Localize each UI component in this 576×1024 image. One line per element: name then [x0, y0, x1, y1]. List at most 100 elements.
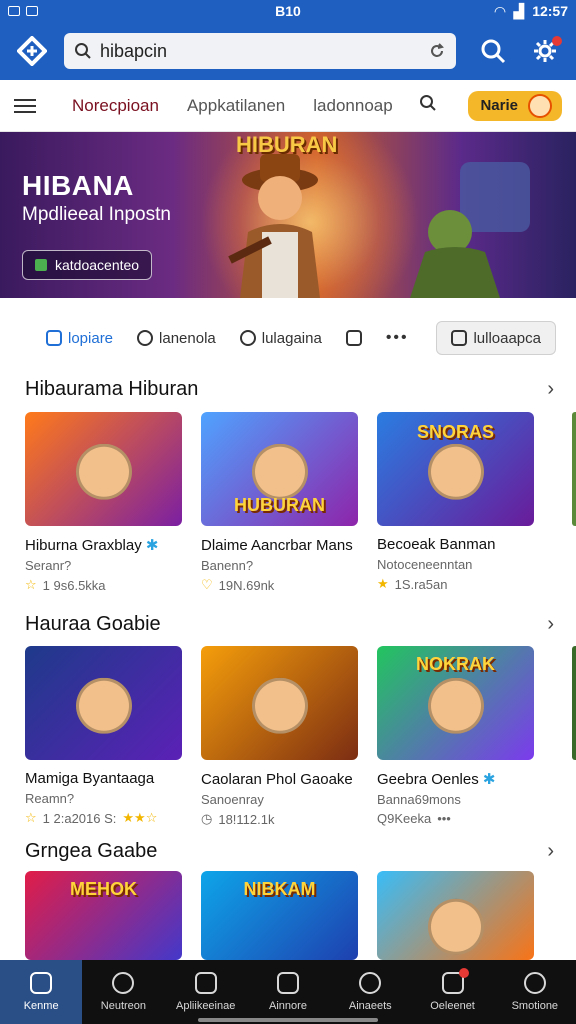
banner-title: HIBANA: [22, 170, 134, 201]
sparkle-icon: ✱: [357, 537, 358, 554]
search-icon: [481, 39, 506, 64]
menu-icon[interactable]: [14, 98, 36, 113]
banner-subtitle: Mpdlieeal Inpostn: [22, 204, 171, 225]
star-icon: ☆: [25, 577, 37, 592]
villain-character-illustration: [410, 162, 530, 298]
game-card[interactable]: Mamiga Byantaaga Reamn? ☆ 1 2:a2016 S: ★★☆: [25, 646, 182, 827]
game-title: Mamiga Byantaaga: [25, 770, 155, 787]
bottom-nav-home[interactable]: Kenme: [0, 960, 83, 1024]
verified-icon: ✱: [357, 771, 358, 788]
game-card[interactable]: MEHOK: [25, 871, 182, 960]
game-rating: 1S.ra5an: [394, 576, 448, 592]
search-input[interactable]: [100, 40, 420, 62]
filter-chip-3[interactable]: lulagaina: [239, 329, 322, 347]
bottom-nav-label: Apliikeeinae: [176, 1000, 236, 1012]
bottom-nav-explore[interactable]: Ainaeets: [329, 960, 411, 1024]
settings-button[interactable]: [530, 36, 562, 66]
more-icon[interactable]: •••: [386, 329, 409, 347]
filter-label: lanenola: [159, 329, 216, 347]
user-badge[interactable]: Narie: [468, 90, 562, 121]
avatar: [528, 93, 552, 118]
bottom-nav-apps[interactable]: Apliikeeinae: [165, 960, 247, 1024]
game-card[interactable]: NOKRAK Geebra Oenles ✱ Banna69mons Q9Kee…: [377, 646, 534, 827]
card-row: Hiburna Graxblay ✱ Seranr? ☆ 1 9s6.5kka H…: [25, 412, 534, 593]
star-icon: ★: [377, 576, 389, 591]
puzzle-icon: [46, 330, 62, 346]
bottom-nav-label: Oeleenet: [430, 1000, 475, 1012]
bottom-nav-messages[interactable]: Ainnore: [247, 960, 329, 1024]
game-title: Geebra Oenles: [377, 771, 479, 788]
hero-banner[interactable]: HIBURAN HIBANA Mpdlieeal Inpostn katdoac…: [0, 132, 576, 298]
tools-icon: [194, 972, 217, 994]
search-bar[interactable]: [64, 33, 456, 69]
nav-search-button[interactable]: [419, 94, 437, 117]
thumbnail-art-text: MEHOK: [70, 879, 137, 899]
section-title: Hibaurama Hiburan: [25, 378, 199, 400]
banner-cta-button[interactable]: katdoacenteo: [22, 250, 153, 280]
thumbnail-art-text: NIBKAM: [243, 879, 316, 899]
game-thumbnail: [377, 871, 534, 960]
nav-tab-2[interactable]: Appkatilanen: [187, 96, 285, 116]
game-thumbnail: HUBURAN: [201, 412, 358, 526]
partial-card[interactable]: [572, 646, 576, 760]
game-thumbnail: [25, 646, 182, 760]
nav-tab-1[interactable]: Norecpioan: [72, 96, 159, 116]
home-indicator: [198, 1018, 378, 1022]
partial-card[interactable]: [572, 412, 576, 526]
notification-dot: [552, 36, 562, 46]
bottom-nav-label: Neutreon: [100, 1000, 147, 1012]
status-clock: B10: [275, 3, 301, 19]
filter-chip-2[interactable]: lanenola: [137, 330, 216, 347]
top-app-bar: [0, 22, 576, 80]
app-logo-icon[interactable]: [14, 33, 50, 69]
search-icon: [75, 43, 91, 59]
square-icon: [451, 330, 468, 346]
thumbnail-art-text: SNORAS: [416, 422, 494, 442]
game-thumbnail: NOKRAK: [377, 646, 534, 760]
clock-icon: ◷: [201, 811, 213, 826]
game-card[interactable]: NIBKAM: [201, 871, 358, 960]
game-subtitle: Seranr?: [25, 558, 72, 573]
bottom-nav-label: Ainaeets: [348, 1000, 392, 1012]
filter-chip-1[interactable]: lopiare: [46, 330, 113, 347]
chevron-right-icon[interactable]: ›: [547, 840, 554, 863]
nav-tab-3[interactable]: ladonnoap: [313, 96, 392, 116]
game-title: Dlaime Aancrbar Mans: [201, 537, 353, 554]
refresh-icon[interactable]: [428, 42, 446, 60]
game-card[interactable]: Hiburna Graxblay ✱ Seranr? ☆ 1 9s6.5kka: [25, 412, 182, 593]
bottom-nav-profile[interactable]: Smotione: [494, 960, 576, 1024]
filter-chip-4[interactable]: lulloaapca: [436, 321, 556, 355]
game-card[interactable]: Caolaran Phol Gaoake ✱ Sanoenray ◷ 18!112…: [201, 646, 358, 827]
game-subtitle: Banenn?: [201, 558, 254, 573]
profile-icon: [523, 972, 546, 994]
game-rating: 18!112.1k: [218, 811, 275, 827]
game-subtitle: Reamn?: [25, 791, 75, 806]
game-title: Hiburna Graxblay: [25, 537, 142, 554]
chevron-right-icon[interactable]: ›: [547, 613, 554, 636]
bottom-nav-games[interactable]: Oeleenet: [411, 960, 493, 1024]
game-card[interactable]: [377, 871, 534, 960]
category-nav: Norecpioan Appkatilanen ladonnoap Narie: [0, 80, 576, 132]
game-title: Becoeak Banman: [377, 536, 496, 553]
verified-icon: ✱: [145, 537, 159, 554]
bottom-navigation: Kenme Neutreon Apliikeeinae Ainnore Aina…: [0, 960, 576, 1024]
bottom-nav-search[interactable]: Neutreon: [82, 960, 164, 1024]
section-title: Grngea Gaabe: [25, 840, 158, 862]
banner-art-title: HIBURAN: [236, 132, 338, 157]
card-row: MEHOK NIBKAM: [25, 871, 534, 960]
search-button[interactable]: [478, 36, 508, 66]
chat-icon: [137, 330, 154, 346]
game-rating: Q9Keeka: [377, 811, 432, 826]
game-card[interactable]: HUBURAN Dlaime Aancrbar Mans ✱ Banenn? ♡…: [201, 412, 358, 593]
search-icon: [112, 972, 135, 994]
chevron-right-icon[interactable]: ›: [547, 378, 554, 401]
game-thumbnail: NIBKAM: [201, 871, 358, 960]
game-card[interactable]: SNORAS Becoeak Banman Notoceneenntan ★ 1S…: [377, 412, 534, 593]
tag-icon: [35, 259, 47, 271]
game-subtitle: Sanoenray: [201, 792, 264, 807]
notification-dot: [459, 968, 470, 978]
filter-label: lulagaina: [261, 329, 322, 347]
gift-icon[interactable]: [345, 330, 362, 346]
more-icon[interactable]: •••: [437, 811, 451, 826]
banner-cta-label: katdoacenteo: [55, 257, 140, 273]
